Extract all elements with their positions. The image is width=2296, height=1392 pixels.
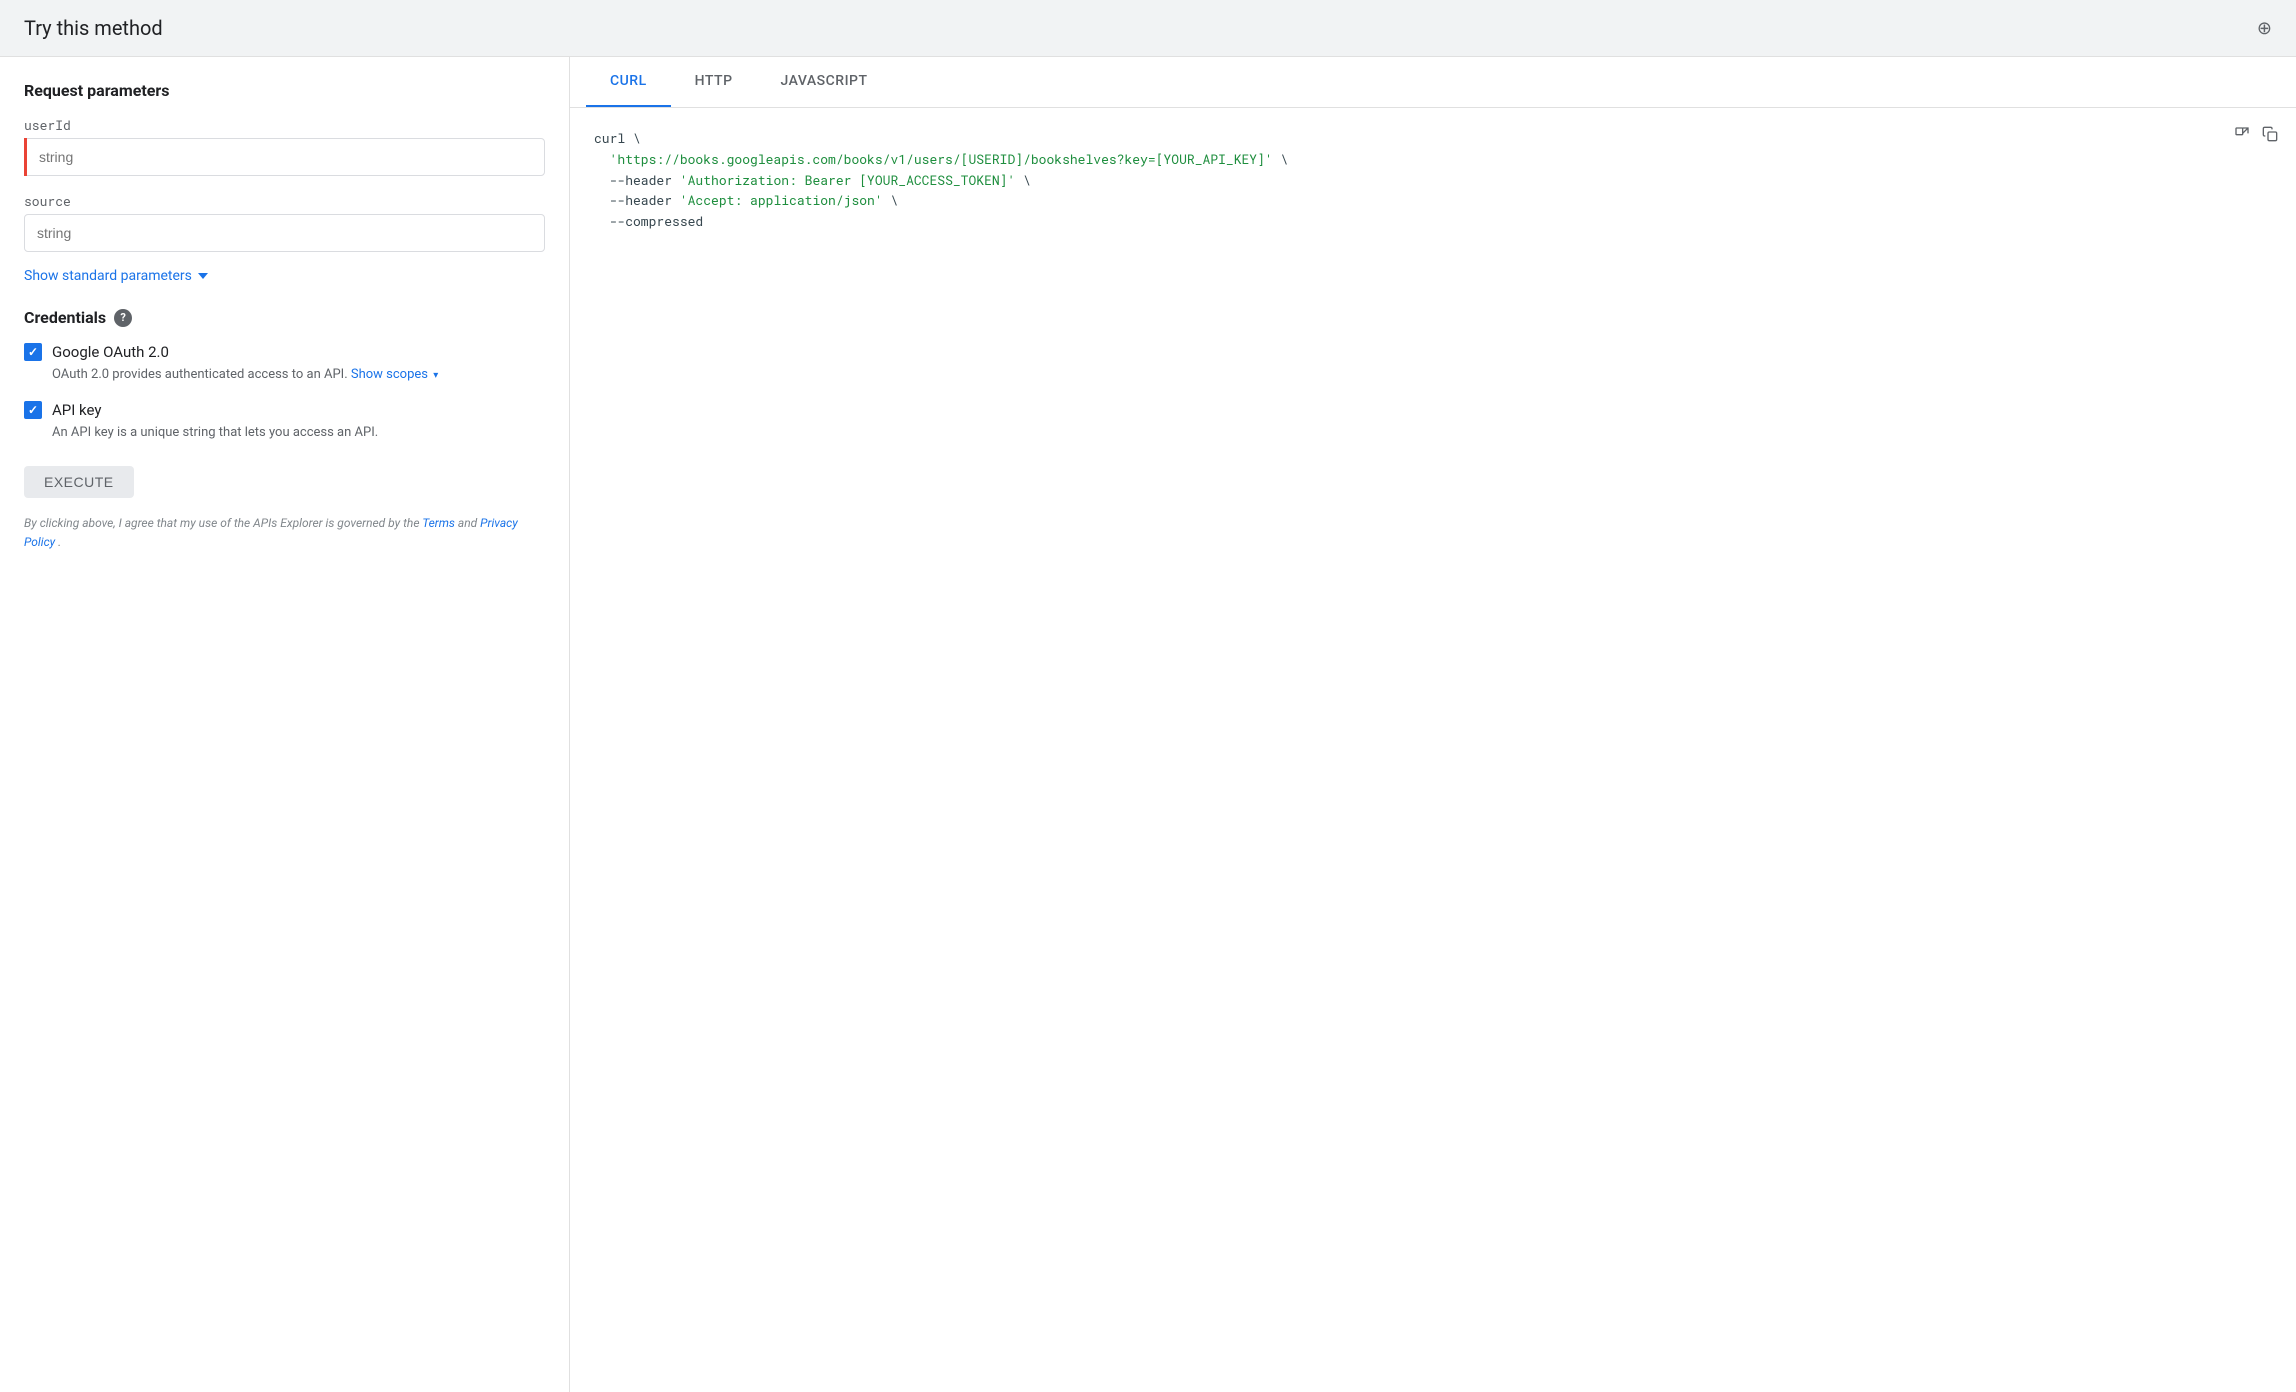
- tab-http[interactable]: HTTP: [671, 57, 757, 107]
- source-input-wrapper: [24, 214, 545, 252]
- show-scopes-link[interactable]: Show scopes ▾: [351, 367, 438, 382]
- userid-input[interactable]: [24, 138, 545, 176]
- code-panel: curl \ 'https://books.googleapis.com/boo…: [570, 108, 2296, 1392]
- show-standard-params-label: Show standard parameters: [24, 268, 192, 284]
- apikey-credential-desc: An API key is a unique string that lets …: [52, 423, 545, 443]
- apikey-credential-item: API key An API key is a unique string th…: [24, 401, 545, 443]
- oauth-credential-item: Google OAuth 2.0 OAuth 2.0 provides auth…: [24, 343, 545, 385]
- oauth-credential-desc: OAuth 2.0 provides authenticated access …: [52, 365, 545, 385]
- terms-link[interactable]: Terms: [422, 516, 455, 530]
- apikey-credential-header: API key: [24, 401, 545, 419]
- expand-icon[interactable]: ⊕: [2257, 18, 2272, 39]
- copy-icon[interactable]: [2260, 124, 2280, 149]
- right-panel: cURL HTTP JAVASCRIPT: [570, 57, 2296, 1392]
- apikey-credential-name: API key: [52, 401, 101, 419]
- credentials-help-icon[interactable]: ?: [114, 309, 132, 327]
- oauth-credential-name: Google OAuth 2.0: [52, 343, 169, 361]
- legal-text: By clicking above, I agree that my use o…: [24, 514, 545, 552]
- request-params-title: Request parameters: [24, 81, 545, 100]
- source-input[interactable]: [24, 214, 545, 252]
- userid-param-group: userId: [24, 116, 545, 176]
- code-block: curl \ 'https://books.googleapis.com/boo…: [594, 128, 2272, 232]
- credentials-section: Credentials ? Google OAuth 2.0 OAuth 2.0…: [24, 308, 545, 442]
- apikey-checkbox[interactable]: [24, 401, 42, 419]
- left-panel: Request parameters userId source Show st…: [0, 57, 570, 1392]
- source-label: source: [24, 192, 545, 210]
- open-in-new-icon[interactable]: [2232, 124, 2252, 149]
- execute-button[interactable]: EXECUTE: [24, 466, 134, 498]
- show-standard-params-link[interactable]: Show standard parameters: [24, 268, 545, 284]
- tab-javascript[interactable]: JAVASCRIPT: [757, 57, 892, 107]
- page-title: Try this method: [24, 16, 163, 40]
- source-param-group: source: [24, 192, 545, 252]
- code-actions: [2232, 124, 2280, 149]
- oauth-credential-header: Google OAuth 2.0: [24, 343, 545, 361]
- userid-input-wrapper: [24, 138, 545, 176]
- userid-label: userId: [24, 116, 545, 134]
- scopes-chevron-icon: ▾: [433, 370, 438, 381]
- chevron-down-icon: [198, 273, 208, 279]
- oauth-checkbox[interactable]: [24, 343, 42, 361]
- tab-curl[interactable]: cURL: [586, 57, 671, 107]
- credentials-title: Credentials ?: [24, 308, 545, 327]
- code-tabs: cURL HTTP JAVASCRIPT: [570, 57, 2296, 108]
